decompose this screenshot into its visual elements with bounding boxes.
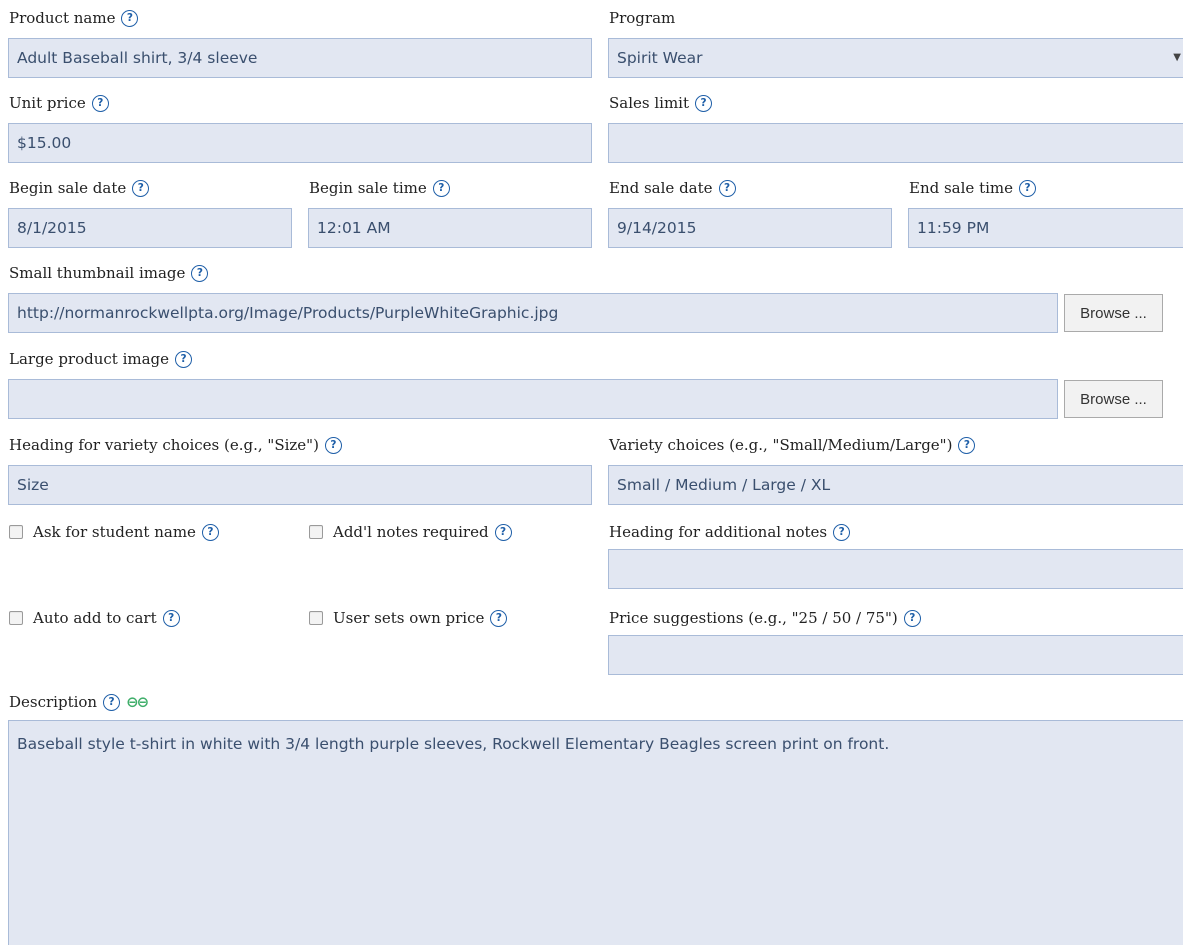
notes-required-checkbox[interactable] [309, 525, 323, 539]
help-icon[interactable]: ? [490, 609, 508, 627]
variety-heading-label: Heading for variety choices (e.g., "Size… [9, 435, 342, 455]
begin-sale-time-input[interactable]: 12:01 AM [308, 208, 592, 248]
help-icon[interactable]: ? [903, 609, 921, 627]
user-sets-price-checkbox[interactable] [309, 611, 323, 625]
help-icon[interactable]: ? [833, 523, 851, 541]
description-label: Description ? ⊖⊖ [9, 692, 149, 712]
unit-price-label: Unit price ? [9, 93, 109, 113]
description-textarea[interactable]: Baseball style t-shirt in white with 3/4… [8, 720, 1183, 945]
help-icon[interactable]: ? [695, 94, 713, 112]
small-thumbnail-browse-button[interactable]: Browse ... [1064, 294, 1163, 332]
program-label: Program [609, 9, 676, 27]
help-icon[interactable]: ? [103, 693, 121, 711]
notes-required-option: Add'l notes required ? [309, 522, 512, 542]
small-thumbnail-input[interactable]: http://normanrockwellpta.org/Image/Produ… [8, 293, 1058, 333]
product-name-input[interactable]: Adult Baseball shirt, 3/4 sleeve [8, 38, 592, 78]
help-icon[interactable]: ? [175, 350, 193, 368]
begin-sale-date-label: Begin sale date ? [9, 178, 150, 198]
end-sale-date-label: End sale date ? [609, 178, 736, 198]
help-icon[interactable]: ? [162, 609, 180, 627]
notes-heading-input[interactable] [608, 549, 1183, 589]
auto-add-cart-option: Auto add to cart ? [9, 608, 180, 628]
help-icon[interactable]: ? [1019, 179, 1036, 197]
sales-limit-input[interactable] [608, 123, 1183, 163]
help-icon[interactable]: ? [201, 523, 219, 541]
auto-add-cart-checkbox[interactable] [9, 611, 23, 625]
price-suggestions-input[interactable] [608, 635, 1183, 675]
help-icon[interactable]: ? [324, 436, 342, 454]
sales-limit-label: Sales limit ? [609, 93, 713, 113]
notes-heading-label: Heading for additional notes ? [609, 522, 851, 542]
variety-choices-label: Variety choices (e.g., "Small/Medium/Lar… [609, 435, 976, 455]
end-sale-time-label: End sale time ? [909, 178, 1036, 198]
dropdown-arrow-icon: ▼ [1173, 52, 1181, 63]
help-icon[interactable]: ? [958, 436, 976, 454]
help-icon[interactable]: ? [494, 523, 512, 541]
help-icon[interactable]: ? [432, 179, 450, 197]
help-icon[interactable]: ? [121, 9, 139, 27]
variety-heading-input[interactable]: Size [8, 465, 592, 505]
large-image-label: Large product image ? [9, 349, 193, 369]
user-sets-price-option: User sets own price ? [309, 608, 508, 628]
help-icon[interactable]: ? [91, 94, 109, 112]
help-icon[interactable]: ? [191, 264, 209, 282]
ask-student-name-checkbox[interactable] [9, 525, 23, 539]
unit-price-input[interactable]: $15.00 [8, 123, 592, 163]
small-thumbnail-label: Small thumbnail image ? [9, 263, 209, 283]
end-sale-date-input[interactable]: 9/14/2015 [608, 208, 892, 248]
begin-sale-date-input[interactable]: 8/1/2015 [8, 208, 292, 248]
link-icon[interactable]: ⊖⊖ [126, 692, 149, 712]
end-sale-time-input[interactable]: 11:59 PM [908, 208, 1183, 248]
large-image-browse-button[interactable]: Browse ... [1064, 380, 1163, 418]
begin-sale-time-label: Begin sale time ? [309, 178, 450, 198]
product-name-label: Product name ? [9, 8, 139, 28]
ask-student-name-option: Ask for student name ? [9, 522, 219, 542]
variety-choices-input[interactable]: Small / Medium / Large / XL [608, 465, 1183, 505]
help-icon[interactable]: ? [132, 179, 150, 197]
help-icon[interactable]: ? [718, 179, 736, 197]
large-image-input[interactable] [8, 379, 1058, 419]
price-suggestions-label: Price suggestions (e.g., "25 / 50 / 75")… [609, 608, 921, 628]
program-select[interactable]: Spirit Wear ▼ [608, 38, 1183, 78]
